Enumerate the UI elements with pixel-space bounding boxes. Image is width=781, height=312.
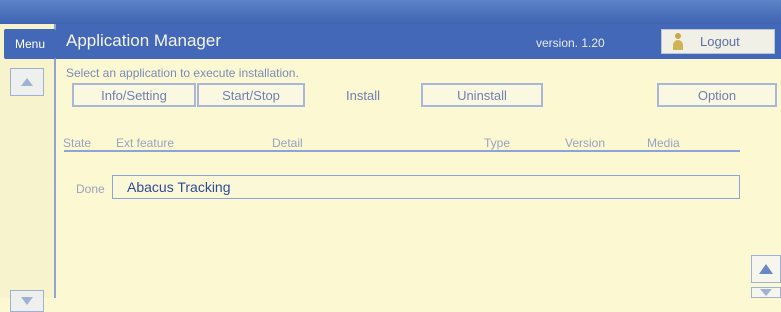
sidebar-scroll-up-button[interactable]	[10, 68, 44, 96]
logout-button[interactable]: Logout	[661, 29, 775, 54]
column-header-media: Media	[647, 136, 680, 150]
instruction-text: Select an application to execute install…	[66, 66, 299, 80]
version-label: version. 1.20	[536, 36, 605, 50]
top-bar	[0, 0, 781, 24]
tab-uninstall[interactable]: Uninstall	[421, 83, 543, 107]
left-sidebar	[0, 24, 56, 298]
tab-start-stop[interactable]: Start/Stop	[197, 83, 305, 107]
person-icon	[670, 32, 686, 51]
logout-label: Logout	[700, 34, 740, 49]
app-title: Application Manager	[66, 31, 221, 50]
row-application-name: Abacus Tracking	[127, 179, 231, 195]
header-divider	[64, 150, 740, 152]
column-header-type: Type	[484, 136, 511, 150]
scroll-up-button[interactable]	[751, 255, 781, 283]
triangle-up-icon	[759, 264, 773, 274]
column-header-version: Version	[565, 136, 606, 150]
scroll-down-button[interactable]	[751, 287, 781, 298]
table-row[interactable]: Abacus Tracking	[112, 175, 740, 199]
triangle-down-icon	[21, 297, 33, 305]
tab-info-setting[interactable]: Info/Setting	[72, 83, 196, 107]
triangle-up-icon	[21, 78, 33, 86]
option-button[interactable]: Option	[657, 83, 777, 107]
sidebar-scroll-down-button[interactable]	[10, 290, 44, 312]
tab-install[interactable]: Install	[306, 83, 420, 107]
row-state: Done	[76, 182, 105, 196]
title-bar: Application Manager version. 1.20 Logout	[56, 24, 781, 59]
triangle-down-icon	[760, 289, 772, 296]
column-header-ext-feature: Ext feature	[116, 136, 175, 150]
column-header-state: State	[63, 136, 92, 150]
column-header-detail: Detail	[272, 136, 303, 150]
menu-button[interactable]: Menu	[4, 29, 56, 59]
